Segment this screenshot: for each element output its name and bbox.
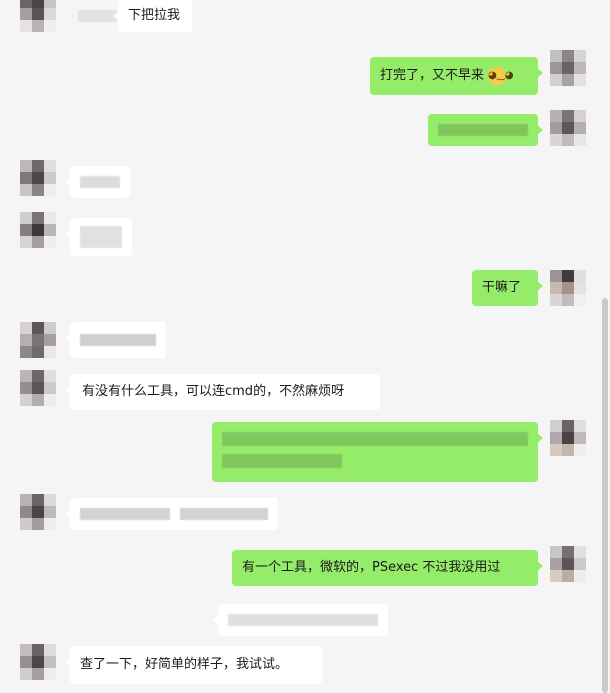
- message-bubble-incoming[interactable]: [65, 498, 278, 530]
- message-bubble-outgoing[interactable]: 打完了，又不早来 ◕‿◕: [370, 57, 543, 95]
- blurred-content: [80, 334, 156, 346]
- message-text: 打完了，又不早来: [380, 68, 485, 83]
- my-avatar[interactable]: [550, 50, 586, 86]
- message-text: 干嘛了: [482, 280, 522, 295]
- blurred-content: [80, 508, 268, 520]
- message-bubble-outgoing[interactable]: 干嘛了: [472, 270, 543, 306]
- nerd-face-icon: ◕‿◕: [488, 66, 514, 85]
- message-bubble-outgoing[interactable]: [428, 114, 543, 146]
- scrollbar[interactable]: [602, 298, 608, 693]
- contact-avatar[interactable]: [20, 0, 56, 32]
- contact-avatar[interactable]: [20, 494, 56, 530]
- message-text: 有没有什么工具，可以连cmd的，不然麻烦呀: [82, 384, 345, 399]
- my-avatar[interactable]: [550, 546, 586, 582]
- message-bubble-incoming[interactable]: [65, 166, 130, 198]
- blurred-content: [222, 432, 528, 472]
- blurred-content: [80, 176, 120, 188]
- chat-history: 下把拉我 打完了，又不早来 ◕‿◕ 干嘛了 有没有什么工具，可以连cmd的，不然…: [0, 0, 610, 693]
- message-bubble-incoming[interactable]: [65, 322, 166, 358]
- blurred-content: [438, 124, 528, 136]
- message-text: 下把拉我: [128, 8, 181, 23]
- message-bubble-outgoing[interactable]: 有一个工具，微软的，PSexec 不过我没用过: [232, 550, 543, 586]
- contact-avatar[interactable]: [20, 644, 56, 680]
- message-text: 有一个工具，微软的，PSexec 不过我没用过: [242, 560, 501, 575]
- message-bubble-incoming[interactable]: 下把拉我: [113, 0, 192, 32]
- my-avatar[interactable]: [550, 270, 586, 306]
- my-avatar[interactable]: [550, 420, 586, 456]
- blurred-sender-name: [78, 4, 118, 28]
- message-bubble-incoming[interactable]: [213, 604, 388, 636]
- message-bubble-incoming[interactable]: [65, 218, 132, 256]
- contact-avatar[interactable]: [20, 212, 56, 248]
- message-bubble-incoming[interactable]: 查了一下，好简单的样子，我试试。: [65, 646, 322, 684]
- message-bubble-incoming[interactable]: 有没有什么工具，可以连cmd的，不然麻烦呀: [65, 374, 380, 410]
- contact-avatar[interactable]: [20, 160, 56, 196]
- blurred-content: [228, 614, 378, 626]
- message-bubble-outgoing[interactable]: [212, 422, 543, 482]
- contact-avatar[interactable]: [20, 370, 56, 406]
- contact-avatar[interactable]: [20, 322, 56, 358]
- message-text: 查了一下，好简单的样子，我试试。: [80, 657, 289, 672]
- blurred-content: [80, 226, 122, 248]
- my-avatar[interactable]: [550, 110, 586, 146]
